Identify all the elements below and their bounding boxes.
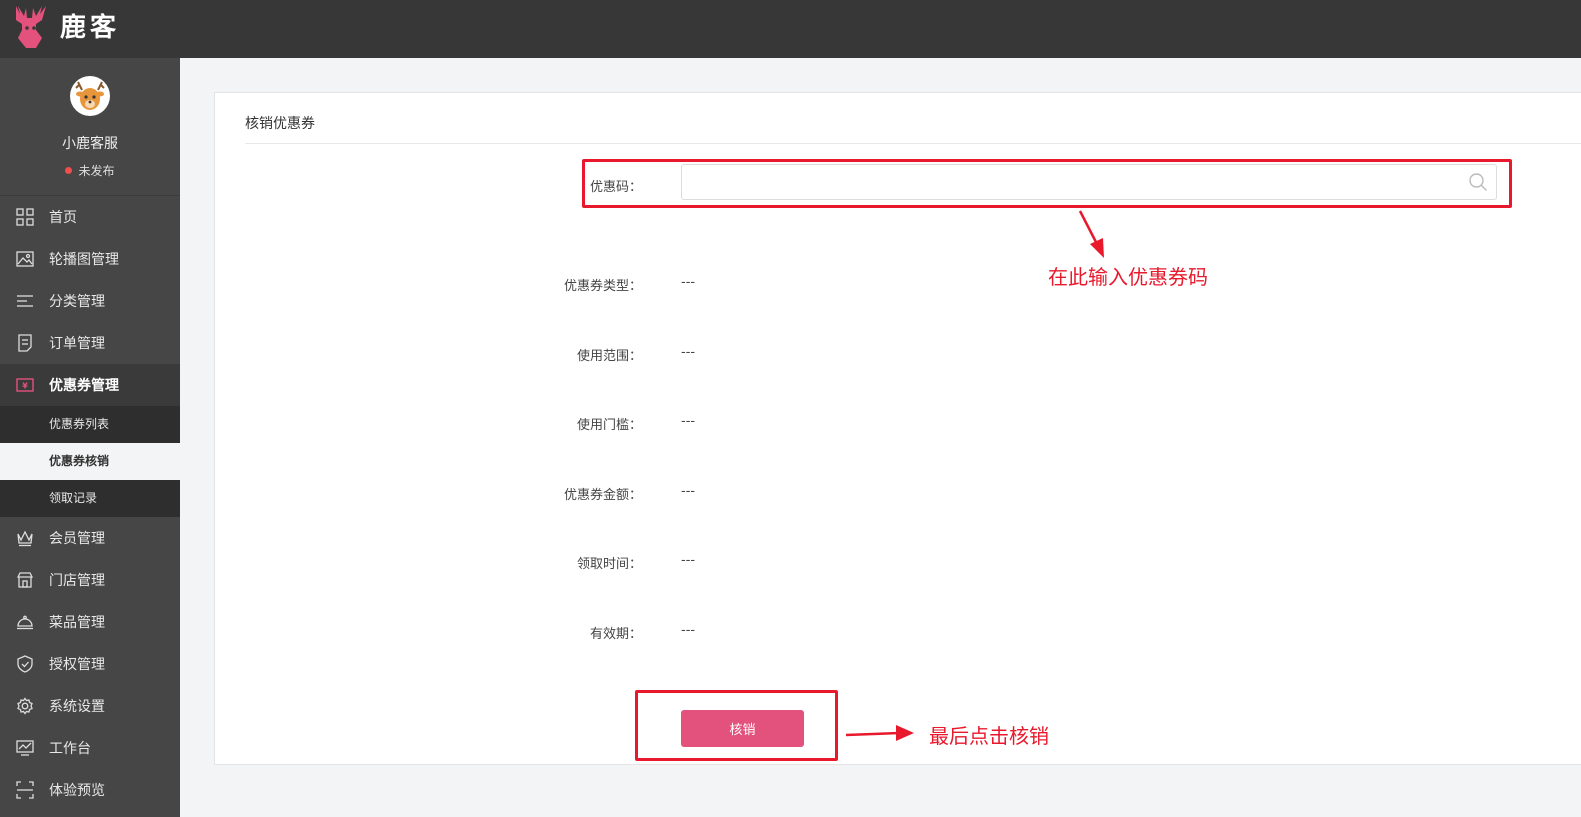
sidebar-item-label: 首页 — [49, 210, 77, 226]
usage-threshold-value: --- — [681, 414, 696, 429]
sidebar-item-authorization[interactable]: 授权管理 — [0, 643, 180, 685]
sidebar-item-label: 轮播图管理 — [49, 252, 119, 268]
sidebar-item-workbench[interactable]: 工作台 — [0, 727, 180, 769]
sidebar-item-settings[interactable]: 系统设置 — [0, 685, 180, 727]
sidebar-item-label: 体验预览 — [49, 783, 105, 799]
page-title: 核销优惠券 — [245, 116, 315, 132]
sidebar-item-label: 门店管理 — [49, 573, 105, 589]
grid-icon — [16, 208, 34, 226]
coupon-amount-value: --- — [681, 484, 696, 499]
avatar[interactable] — [70, 76, 110, 116]
validity-period-label: 有效期： — [589, 627, 642, 642]
sidebar-item-label: 会员管理 — [49, 531, 105, 547]
crown-icon — [17, 530, 33, 547]
usage-scope-value: --- — [681, 345, 696, 360]
sidebar-item-label: 菜品管理 — [49, 615, 105, 631]
sidebar-item-label: 分类管理 — [49, 294, 105, 310]
sidebar-item-members[interactable]: 会员管理 — [0, 517, 180, 559]
claim-time-value: --- — [681, 553, 696, 568]
coupon-type-value: --- — [681, 275, 696, 290]
usage-threshold-label: 使用门槛： — [576, 418, 642, 433]
deer-logo-icon — [16, 6, 46, 48]
sidebar: 小鹿客服 未发布 首页 轮播图管理 分类管理 订单管理 ¥ 优惠券管理 优惠券列… — [0, 58, 180, 817]
scan-icon — [16, 781, 34, 799]
sidebar-item-coupons[interactable]: ¥ 优惠券管理 — [0, 364, 180, 406]
image-icon — [16, 251, 34, 267]
sidebar-item-orders[interactable]: 订单管理 — [0, 322, 180, 364]
publish-status: 未发布 — [0, 162, 180, 179]
sidebar-item-label: 优惠券管理 — [49, 378, 119, 394]
sidebar-item-label: 系统设置 — [49, 699, 105, 715]
title-divider — [245, 143, 1581, 144]
input-highlight-box — [582, 159, 1512, 208]
validity-period-value: --- — [681, 623, 696, 638]
coupon-type-label: 优惠券类型： — [563, 279, 642, 294]
coupon-icon: ¥ — [16, 378, 34, 392]
status-dot — [65, 167, 73, 174]
gear-icon — [17, 697, 33, 715]
cloche-icon — [17, 615, 33, 630]
sidebar-item-stores[interactable]: 门店管理 — [0, 559, 180, 601]
claim-time-label: 领取时间： — [576, 557, 642, 572]
sidebar-item-category[interactable]: 分类管理 — [0, 280, 180, 322]
sidebar-subitem-coupon-list[interactable]: 优惠券列表 — [0, 406, 180, 443]
sidebar-item-home[interactable]: 首页 — [0, 196, 180, 238]
sidebar-subitem-claim-records[interactable]: 领取记录 — [0, 480, 180, 517]
usage-scope-label: 使用范围： — [576, 349, 642, 364]
profile-name: 小鹿客服 — [62, 136, 118, 152]
profile-panel: 小鹿客服 未发布 — [0, 58, 180, 196]
status-text: 未发布 — [78, 164, 115, 178]
sidebar-item-label: 授权管理 — [49, 657, 105, 673]
sidebar-item-carousel[interactable]: 轮播图管理 — [0, 238, 180, 280]
button-hint-annotation: 最后点击核销 — [929, 724, 1049, 748]
monitor-icon — [16, 740, 34, 756]
deer-avatar-icon — [75, 81, 105, 110]
sidebar-item-preview[interactable]: 体验预览 — [0, 769, 180, 811]
svg-text:¥: ¥ — [22, 382, 28, 391]
sidebar-item-dishes[interactable]: 菜品管理 — [0, 601, 180, 643]
top-bar: 鹿客 — [0, 0, 1581, 58]
input-hint-annotation: 在此输入优惠券码 — [1048, 265, 1208, 289]
sidebar-subitem-coupon-redeem[interactable]: 优惠券核销 — [0, 443, 180, 480]
brand-name: 鹿客 — [60, 13, 121, 43]
button-highlight-box — [635, 690, 838, 761]
order-icon — [18, 334, 32, 352]
coupon-amount-label: 优惠券金额： — [563, 488, 642, 503]
shield-icon — [17, 655, 33, 673]
sidebar-item-label: 工作台 — [49, 741, 91, 757]
list-icon — [17, 295, 33, 307]
store-icon — [16, 572, 34, 588]
sidebar-item-label: 订单管理 — [49, 336, 105, 352]
